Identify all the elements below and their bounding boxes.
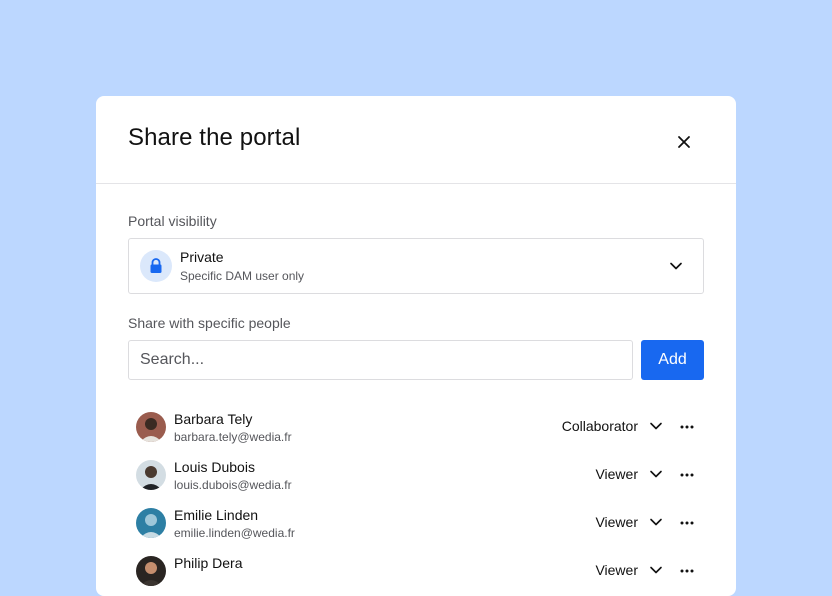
portal-visibility-select[interactable]: Private Specific DAM user only (128, 238, 704, 294)
role-label: Viewer (595, 466, 638, 482)
lock-badge (140, 250, 172, 282)
avatar (136, 460, 166, 490)
person-email: louis.dubois@wedia.fr (174, 478, 292, 492)
list-item: Barbara Tely barbara.tely@wedia.fr Colla… (128, 408, 704, 456)
more-options-button[interactable] (678, 562, 696, 580)
person-email: emilie.linden@wedia.fr (174, 526, 295, 540)
more-icon (680, 425, 694, 429)
role-select[interactable]: Collaborator (562, 418, 664, 434)
close-icon (678, 136, 690, 148)
list-item: Philip Dera Viewer (128, 552, 704, 596)
more-options-button[interactable] (678, 418, 696, 436)
list-item: Emilie Linden emilie.linden@wedia.fr Vie… (128, 504, 704, 552)
person-name: Philip Dera (174, 555, 243, 571)
more-icon (680, 473, 694, 477)
person-name: Emilie Linden (174, 507, 259, 523)
more-options-button[interactable] (678, 466, 696, 484)
people-list: Barbara Tely barbara.tely@wedia.fr Colla… (128, 408, 704, 596)
role-label: Collaborator (561, 418, 638, 434)
chevron-down-icon (650, 518, 662, 526)
close-button[interactable] (672, 130, 696, 154)
add-button[interactable]: Add (641, 340, 704, 380)
chevron-down-icon (650, 422, 662, 430)
dialog-header: Share the portal (96, 96, 736, 184)
chevron-down-icon (670, 262, 682, 270)
visibility-selected-title: Private (180, 249, 224, 265)
avatar (136, 556, 166, 586)
more-options-button[interactable] (678, 514, 696, 532)
more-icon (680, 569, 694, 573)
avatar (136, 508, 166, 538)
person-name: Louis Dubois (174, 459, 255, 475)
chevron-down-icon (650, 470, 662, 478)
share-portal-dialog: Share the portal Portal visibility Priva… (96, 96, 736, 596)
person-email: barbara.tely@wedia.fr (174, 430, 292, 444)
list-item: Louis Dubois louis.dubois@wedia.fr Viewe… (128, 456, 704, 504)
role-select[interactable]: Viewer (595, 466, 664, 482)
person-name: Barbara Tely (174, 411, 253, 427)
dialog-title: Share the portal (128, 124, 301, 151)
more-icon (680, 521, 694, 525)
search-input[interactable] (128, 340, 633, 380)
role-label: Viewer (595, 514, 638, 530)
lock-icon (150, 258, 162, 273)
role-select[interactable]: Viewer (595, 514, 664, 530)
share-people-label: Share with specific people (128, 315, 291, 331)
visibility-selected-subtitle: Specific DAM user only (180, 269, 305, 283)
visibility-label: Portal visibility (128, 213, 217, 229)
avatar (136, 412, 166, 442)
